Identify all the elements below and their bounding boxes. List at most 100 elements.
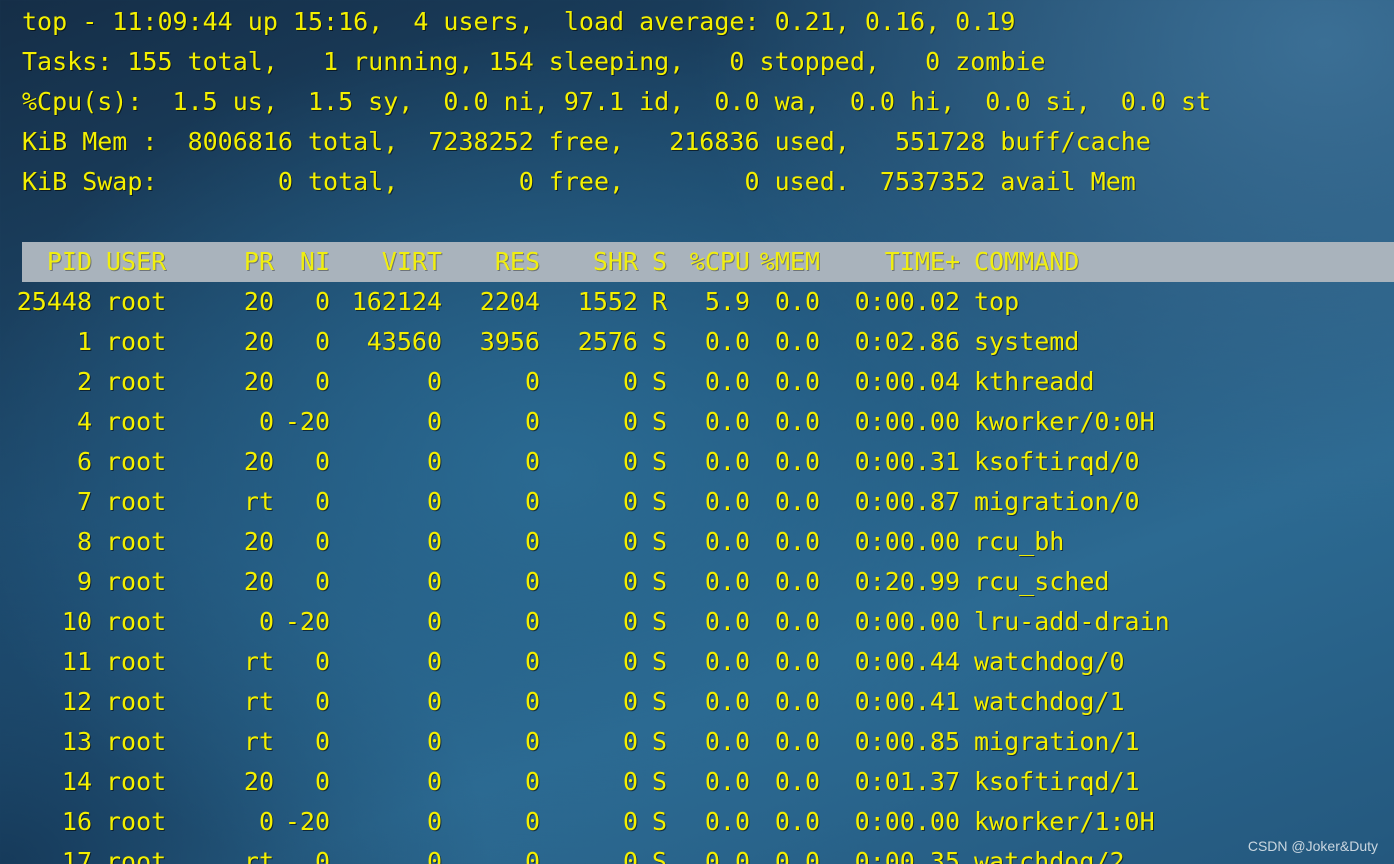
process-mem: 0.0	[774, 367, 820, 396]
process-shr: 0	[622, 727, 638, 756]
process-ni: 0	[314, 367, 330, 396]
process-s: S	[652, 607, 668, 636]
process-ni: 0	[314, 287, 330, 316]
process-command: systemd	[974, 327, 1080, 356]
process-time: 0:01.37	[854, 767, 960, 796]
process-cpu: 0.0	[704, 807, 750, 836]
process-cpu: 0.0	[704, 487, 750, 516]
process-virt: 0	[426, 567, 442, 596]
process-virt: 0	[426, 607, 442, 636]
process-res: 0	[524, 847, 540, 864]
process-res: 0	[524, 727, 540, 756]
summary-swap-line: KiB Swap: 0 total, 0 free, 0 used. 75373…	[22, 167, 1136, 196]
process-res: 0	[524, 527, 540, 556]
process-command: ksoftirqd/1	[974, 767, 1140, 796]
process-row: 10 root 0 -20 0 0 0 S 0.0 0.0 0:00.00 lru-add-drain	[0, 602, 1394, 642]
process-user: root	[106, 327, 167, 356]
process-mem: 0.0	[774, 407, 820, 436]
process-mem: 0.0	[774, 487, 820, 516]
process-pid: 16	[61, 807, 92, 836]
process-user: root	[106, 847, 167, 864]
summary-cpu-line: %Cpu(s): 1.5 us, 1.5 sy, 0.0 ni, 97.1 id…	[22, 87, 1212, 116]
process-ni: 0	[314, 487, 330, 516]
process-virt: 0	[426, 447, 442, 476]
process-row: 13 root rt 0 0 0 0 S 0.0 0.0 0:00.85 migration/1	[0, 722, 1394, 762]
process-s: S	[652, 367, 668, 396]
process-row: 2 root 20 0 0 0 0 S 0.0 0.0 0:00.04 kthreadd	[0, 362, 1394, 402]
process-virt: 162124	[351, 287, 442, 316]
process-shr: 0	[622, 567, 638, 596]
process-time: 0:02.86	[854, 327, 960, 356]
summary-mem-line: KiB Mem : 8006816 total, 7238252 free, 2…	[22, 127, 1151, 156]
process-user: root	[106, 767, 167, 796]
process-ni: 0	[314, 527, 330, 556]
process-row: 25448 root 20 0 162124 2204 1552 R 5.9 0.0 0:00.02…	[0, 282, 1394, 322]
process-cpu: 0.0	[704, 327, 750, 356]
process-mem: 0.0	[774, 807, 820, 836]
process-pid: 25448	[16, 287, 92, 316]
process-virt: 0	[426, 487, 442, 516]
process-cpu: 0.0	[704, 447, 750, 476]
process-s: R	[652, 287, 668, 316]
column-header-time: TIME+	[884, 247, 960, 276]
process-cpu: 0.0	[704, 687, 750, 716]
process-virt: 0	[426, 647, 442, 676]
process-shr: 0	[622, 847, 638, 864]
process-ni: -20	[284, 807, 330, 836]
process-user: root	[106, 487, 167, 516]
process-shr: 0	[622, 447, 638, 476]
process-res: 0	[524, 447, 540, 476]
process-user: root	[106, 567, 167, 596]
process-mem: 0.0	[774, 287, 820, 316]
process-pid: 12	[61, 687, 92, 716]
process-cpu: 0.0	[704, 527, 750, 556]
process-res: 0	[524, 807, 540, 836]
process-cpu: 0.0	[704, 767, 750, 796]
process-time: 0:00.85	[854, 727, 960, 756]
process-time: 0:00.87	[854, 487, 960, 516]
process-virt: 0	[426, 687, 442, 716]
column-header-cpu: %CPU	[689, 247, 750, 276]
process-cpu: 0.0	[704, 847, 750, 864]
process-pid: 17	[61, 847, 92, 864]
process-pr: 20	[243, 567, 274, 596]
process-mem: 0.0	[774, 647, 820, 676]
process-ni: 0	[314, 847, 330, 864]
process-cpu: 0.0	[704, 567, 750, 596]
process-s: S	[652, 727, 668, 756]
process-row: 6 root 20 0 0 0 0 S 0.0 0.0 0:00.31 ksoftirqd/0	[0, 442, 1394, 482]
column-header-mem: %MEM	[759, 247, 820, 276]
process-res: 0	[524, 687, 540, 716]
process-ni: 0	[314, 767, 330, 796]
process-time: 0:00.04	[854, 367, 960, 396]
process-command: migration/1	[974, 727, 1140, 756]
process-row: 9 root 20 0 0 0 0 S 0.0 0.0 0:20.99 rcu_sched	[0, 562, 1394, 602]
process-virt: 0	[426, 847, 442, 864]
process-s: S	[652, 567, 668, 596]
process-s: S	[652, 327, 668, 356]
process-pr: rt	[243, 647, 274, 676]
process-row: 17 root rt 0 0 0 0 S 0.0 0.0 0:00.35 watchdog/2	[0, 842, 1394, 864]
process-time: 0:00.00	[854, 807, 960, 836]
process-res: 0	[524, 407, 540, 436]
process-mem: 0.0	[774, 607, 820, 636]
process-row: 1 root 20 0 43560 3956 2576 S 0.0 0.0 0:02.86 syste…	[0, 322, 1394, 362]
process-command: lru-add-drain	[974, 607, 1170, 636]
process-mem: 0.0	[774, 447, 820, 476]
process-s: S	[652, 647, 668, 676]
process-user: root	[106, 527, 167, 556]
process-ni: 0	[314, 727, 330, 756]
process-mem: 0.0	[774, 527, 820, 556]
process-virt: 0	[426, 807, 442, 836]
column-header-virt: VIRT	[381, 247, 442, 276]
process-user: root	[106, 807, 167, 836]
process-s: S	[652, 767, 668, 796]
process-time: 0:00.00	[854, 607, 960, 636]
column-header-pid: PID	[46, 247, 92, 276]
process-user: root	[106, 287, 167, 316]
process-time: 0:00.00	[854, 407, 960, 436]
process-ni: 0	[314, 327, 330, 356]
process-user: root	[106, 407, 167, 436]
process-cpu: 0.0	[704, 407, 750, 436]
terminal-window[interactable]: top - 11:09:44 up 15:16, 4 users, load a…	[0, 0, 1394, 864]
